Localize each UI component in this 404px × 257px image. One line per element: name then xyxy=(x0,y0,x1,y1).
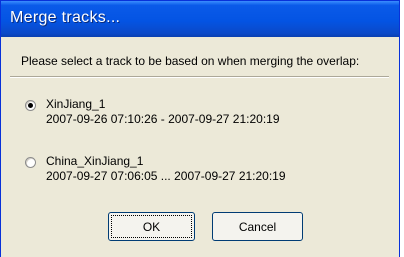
track-name: XinJiang_1 xyxy=(46,97,106,111)
track-time-range: 2007-09-26 07:10:26 - 2007-09-27 21:20:1… xyxy=(46,112,280,126)
radio-button-unselected[interactable] xyxy=(25,157,36,168)
track-option-xinjiang-1[interactable]: XinJiang_1 2007-09-26 07:10:26 - 2007-09… xyxy=(25,97,385,131)
track-name: China_XinJiang_1 xyxy=(46,154,144,168)
title-bar[interactable]: Merge tracks... xyxy=(1,1,399,37)
cancel-button[interactable]: Cancel xyxy=(212,212,303,241)
track-time-range: 2007-09-27 07:06:05 ... 2007-09-27 21:20… xyxy=(46,169,286,183)
merge-tracks-dialog: Merge tracks... Please select a track to… xyxy=(0,0,400,257)
ok-button[interactable]: OK xyxy=(108,212,195,241)
dialog-title: Merge tracks... xyxy=(10,9,121,26)
track-option-china-xinjiang-1[interactable]: China_XinJiang_1 2007-09-27 07:06:05 ...… xyxy=(25,154,385,188)
radio-button-selected[interactable] xyxy=(25,100,36,111)
instruction-text: Please select a track to be based on whe… xyxy=(21,54,360,68)
separator xyxy=(10,76,389,78)
